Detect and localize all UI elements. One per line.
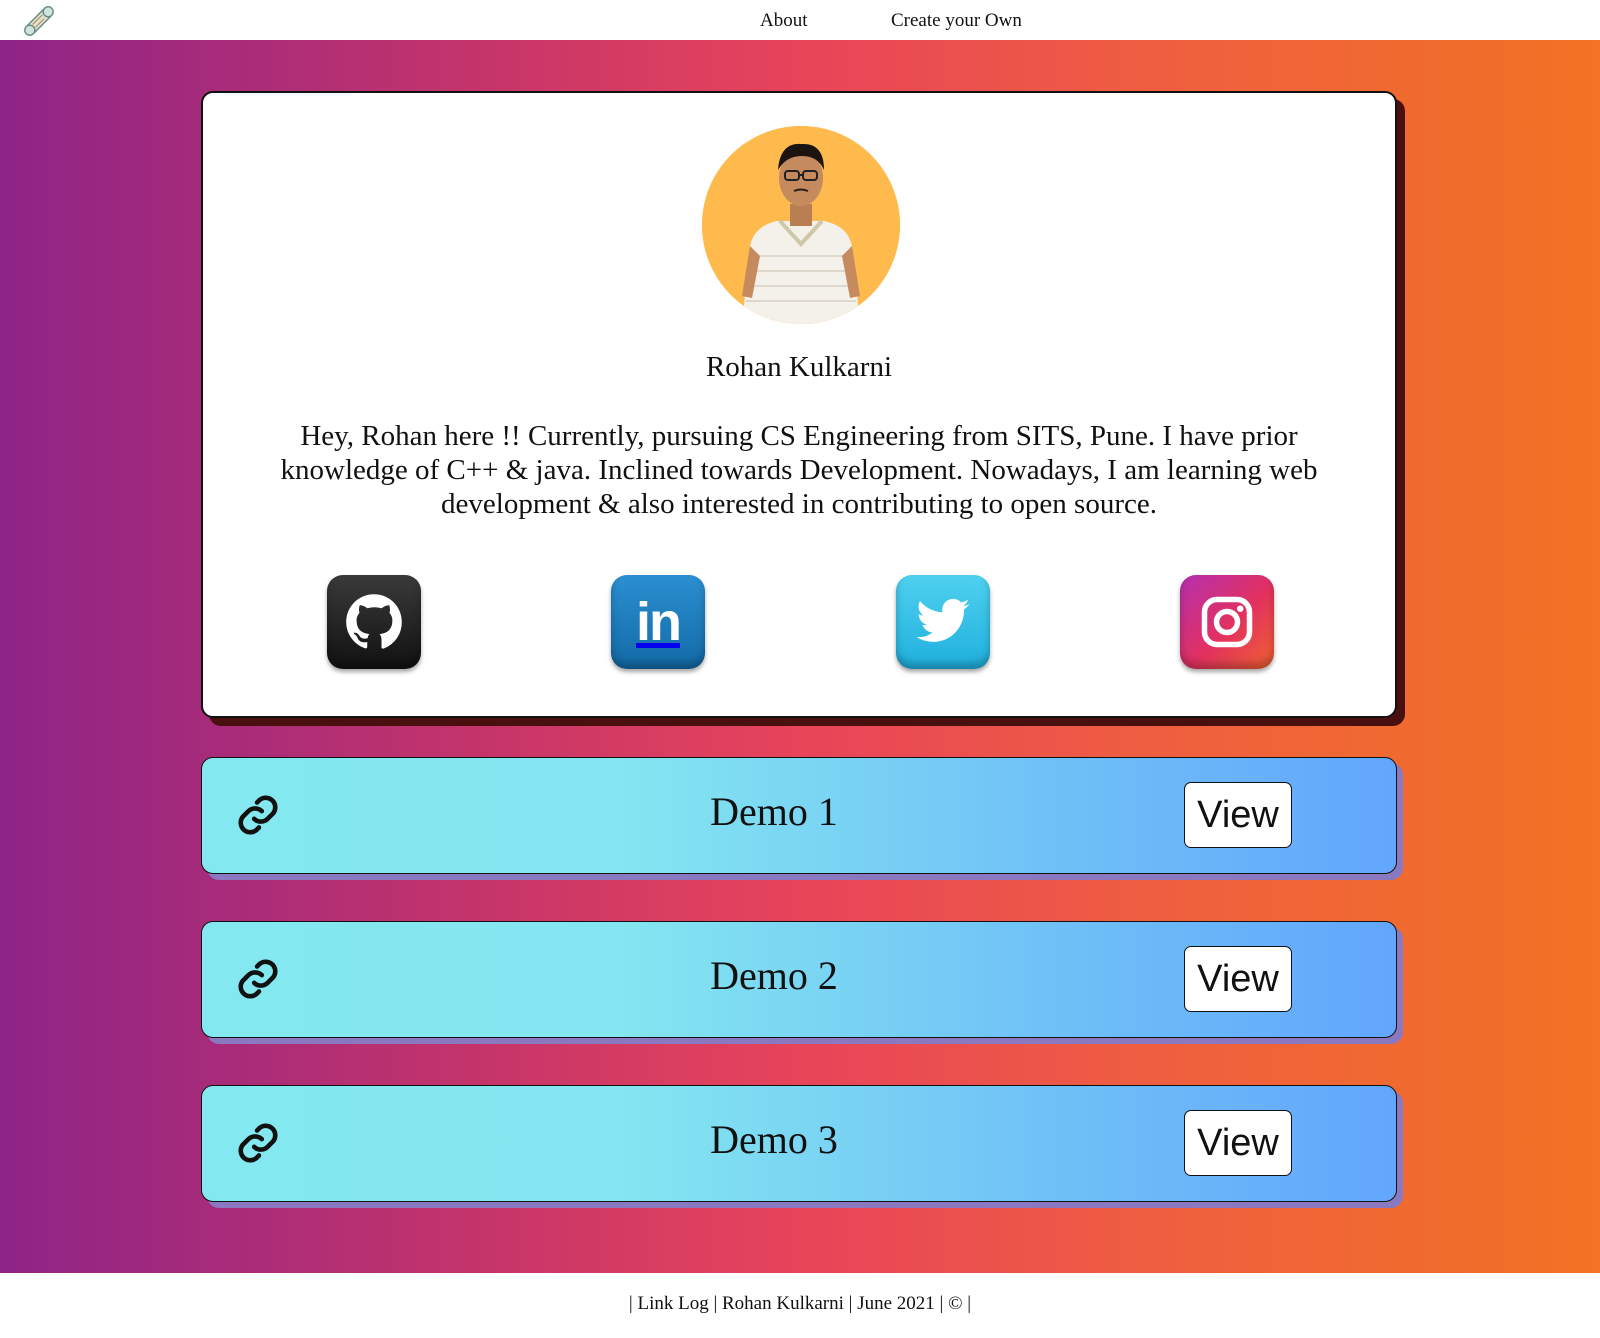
profile-bio: Hey, Rohan here !! Currently, pursuing C…: [280, 420, 1318, 520]
nav-create-your-own-link[interactable]: Create your Own: [891, 10, 1022, 32]
person-photo-icon: [702, 126, 900, 324]
link-card: Demo 3 View: [201, 1085, 1397, 1202]
main-gradient-area: Rohan Kulkarni Hey, Rohan here !! Curren…: [0, 40, 1600, 1273]
top-nav: About Create your Own: [0, 0, 1600, 40]
avatar: [702, 126, 900, 324]
link-card: Demo 1 View: [201, 757, 1397, 874]
view-button[interactable]: View: [1184, 1110, 1292, 1176]
profile-name: Rohan Kulkarni: [705, 351, 893, 383]
view-button[interactable]: View: [1184, 946, 1292, 1012]
linkedin-icon: in: [636, 592, 682, 652]
profile-card: Rohan Kulkarni Hey, Rohan here !! Curren…: [201, 91, 1397, 718]
twitter-icon: [916, 598, 970, 642]
view-button[interactable]: View: [1184, 782, 1292, 848]
scroll-logo-icon[interactable]: [22, 4, 56, 38]
social-links: in: [203, 575, 1395, 671]
twitter-link[interactable]: [896, 575, 990, 669]
github-link[interactable]: [327, 575, 421, 669]
footer: | Link Log | Rohan Kulkarni | June 2021 …: [628, 1293, 972, 1314]
nav-about-link[interactable]: About: [760, 10, 808, 32]
linkedin-link[interactable]: in: [611, 575, 705, 669]
instagram-link[interactable]: [1180, 575, 1274, 669]
link-card: Demo 2 View: [201, 921, 1397, 1038]
instagram-icon: [1201, 596, 1253, 648]
github-icon: [346, 594, 402, 649]
